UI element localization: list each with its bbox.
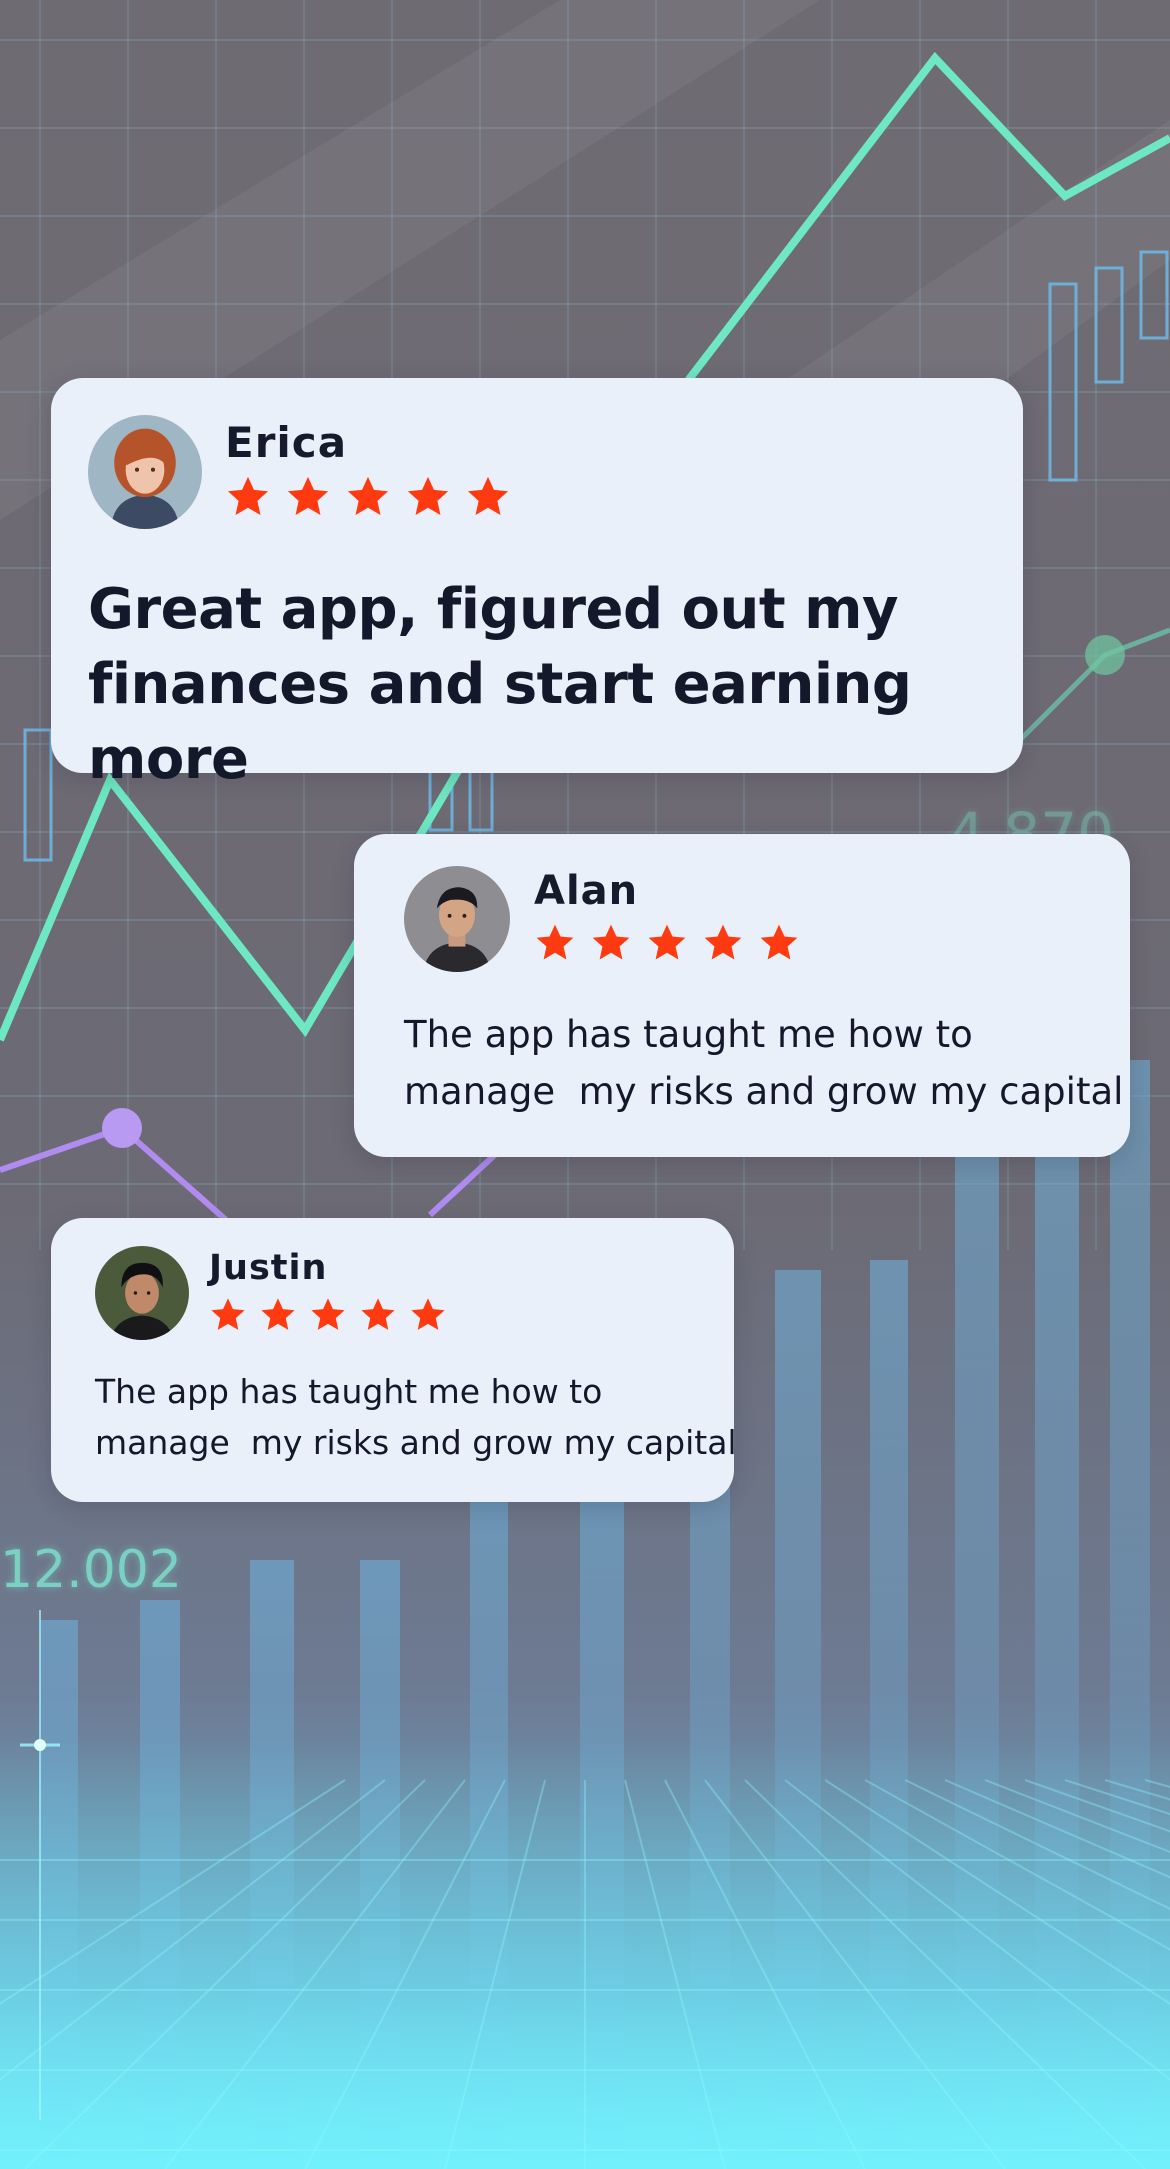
review-text: Great app, figured out my finances and s… (88, 572, 1008, 797)
avatar (404, 866, 510, 972)
star-icon (407, 476, 449, 516)
star-rating (534, 922, 800, 964)
review-card: Erica Great app, figured out my finances… (51, 378, 1023, 792)
star-icon (467, 476, 509, 516)
star-icon (227, 476, 269, 516)
star-icon (211, 1298, 245, 1330)
star-rating (225, 474, 511, 520)
background-price-number: 12.002 (0, 1540, 182, 1600)
star-icon (704, 924, 742, 960)
person-photo-icon (88, 415, 202, 529)
review-text-line: Great app, figured out my (88, 577, 899, 642)
star-icon (287, 476, 329, 516)
person-photo-icon (95, 1246, 189, 1340)
review-card: Alan The app has taught me how to manage… (354, 834, 1130, 1157)
avatar (88, 415, 202, 529)
review-card: Justin The app has taught me how to mana… (51, 1218, 737, 1502)
star-icon (261, 1298, 295, 1330)
person-photo-icon (404, 866, 510, 972)
review-text: The app has taught me how to manage my r… (95, 1366, 737, 1468)
reviewer-name: Justin (209, 1248, 328, 1288)
star-icon (347, 476, 389, 516)
star-icon (592, 924, 630, 960)
review-text: The app has taught me how to manage my r… (404, 1006, 1124, 1120)
avatar (95, 1246, 189, 1340)
star-rating (209, 1296, 447, 1334)
review-text-line: manage my risks and grow my capital (404, 1070, 1124, 1113)
star-icon (361, 1298, 395, 1330)
star-icon (536, 924, 574, 960)
reviewer-name: Alan (534, 868, 639, 914)
star-icon (760, 924, 798, 960)
star-icon (648, 924, 686, 960)
reviewer-name: Erica (225, 418, 348, 467)
review-text-line: The app has taught me how to (95, 1372, 603, 1411)
star-icon (311, 1298, 345, 1330)
star-icon (411, 1298, 445, 1330)
review-text-line: manage my risks and grow my capital (95, 1423, 737, 1462)
review-text-line: The app has taught me how to (404, 1013, 973, 1056)
review-text-line: finances and start earning more (88, 652, 912, 792)
